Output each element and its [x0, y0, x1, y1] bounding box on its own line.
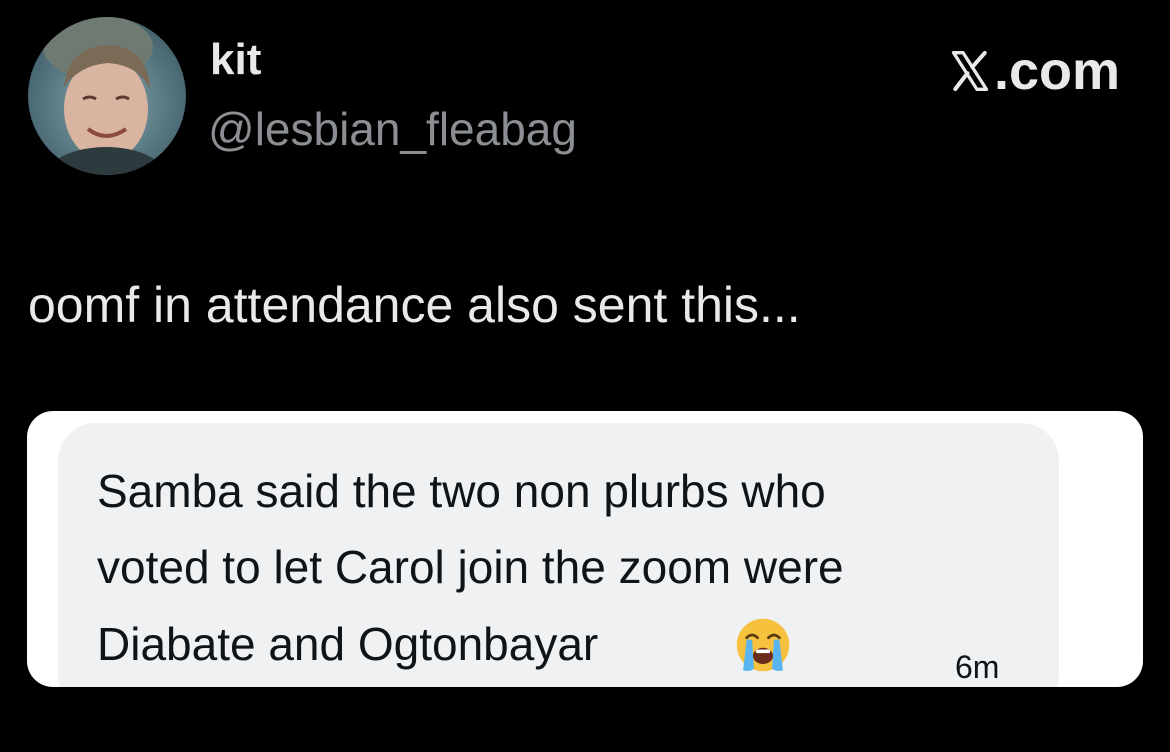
- message-line-2: voted to let Carol join the zoom were: [97, 541, 844, 593]
- profile-photo-icon: [43, 17, 166, 175]
- brand-logo[interactable]: .com: [948, 44, 1120, 98]
- brand-domain-label: .com: [993, 41, 1120, 101]
- message-line-3: Diabate and Ogtonbayar: [97, 618, 599, 670]
- message-line-1: Samba said the two non plurbs who: [97, 465, 826, 517]
- screenshot-card: Samba said the two non plurbs who voted …: [27, 411, 1143, 687]
- author-handle[interactable]: @lesbian_fleabag: [208, 106, 577, 152]
- message-timestamp: 6m: [955, 649, 1000, 685]
- avatar[interactable]: [28, 17, 186, 175]
- author-display-name[interactable]: kit: [210, 38, 261, 82]
- x-logo-icon: [951, 51, 989, 91]
- loudly-crying-face-icon: [736, 618, 790, 672]
- tweet-text: oomf in attendance also sent this...: [28, 277, 801, 333]
